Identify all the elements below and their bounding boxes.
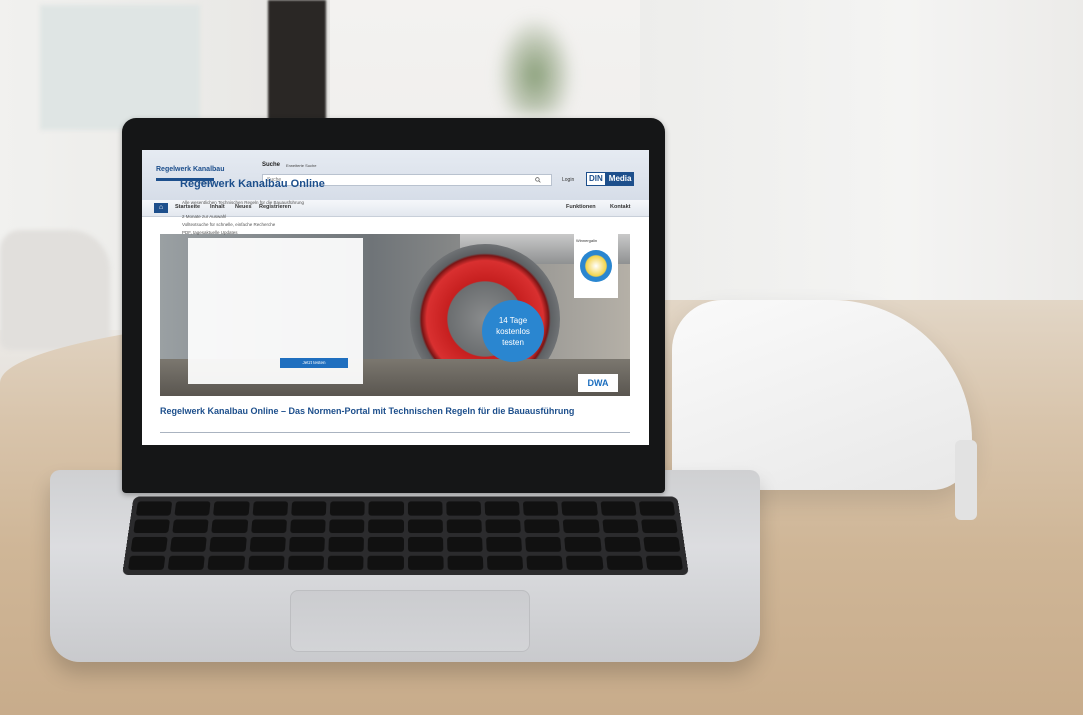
trial-badge[interactable]: 14 Tage kostenlos testen	[482, 300, 544, 362]
advanced-search-link[interactable]: Erweiterte Suche	[286, 163, 316, 168]
badge-line-1: 14 Tage	[482, 315, 544, 326]
site-logo[interactable]: Regelwerk Kanalbau	[156, 166, 224, 173]
window	[40, 5, 200, 130]
media-logo-text: Media	[606, 172, 635, 186]
search-label: Suche	[262, 162, 280, 168]
badge-line-3: testen	[482, 337, 544, 348]
hero-bullet: PDF, tagesaktuelle Updates	[182, 230, 238, 235]
login-link[interactable]: Login	[562, 177, 574, 183]
hero-bullet: Volltextsuche für schnelle, einfache Rec…	[182, 222, 275, 227]
nav-funktionen[interactable]: Funktionen	[566, 204, 596, 210]
nav-kontakt[interactable]: Kontakt	[610, 204, 630, 210]
keyboard	[122, 497, 689, 575]
dwa-logo: DWA	[578, 374, 618, 392]
home-icon[interactable]: ⌂	[154, 203, 168, 213]
din-media-logo[interactable]: DIN Media	[586, 172, 634, 186]
din-logo-text: DIN	[586, 172, 606, 186]
hero-bullet: Alle wesentlichen Technischen Regeln für…	[182, 200, 304, 205]
laptop-screen: Regelwerk Kanalbau ONLINE Suche Erweiter…	[142, 150, 649, 445]
test-now-button[interactable]: Jetzt testen	[280, 358, 348, 368]
site-header: Regelwerk Kanalbau ONLINE Suche Erweiter…	[142, 150, 649, 201]
plant	[495, 15, 575, 115]
chair-left	[0, 230, 110, 350]
badge-line-2: kostenlos	[482, 326, 544, 337]
hero-bullet: 2 Monate zur Auswahl	[182, 214, 226, 219]
divider	[160, 432, 630, 433]
door-frame	[268, 0, 326, 120]
award-label: Winnergalin	[576, 238, 597, 243]
chair-leg	[955, 440, 977, 520]
page-title: Regelwerk Kanalbau Online – Das Normen-P…	[160, 406, 580, 417]
award-seal-icon	[580, 250, 612, 282]
trackpad	[290, 590, 530, 652]
search-icon[interactable]	[535, 177, 541, 183]
hero-title: Regelwerk Kanalbau Online	[180, 178, 325, 190]
hero-banner	[160, 234, 630, 396]
